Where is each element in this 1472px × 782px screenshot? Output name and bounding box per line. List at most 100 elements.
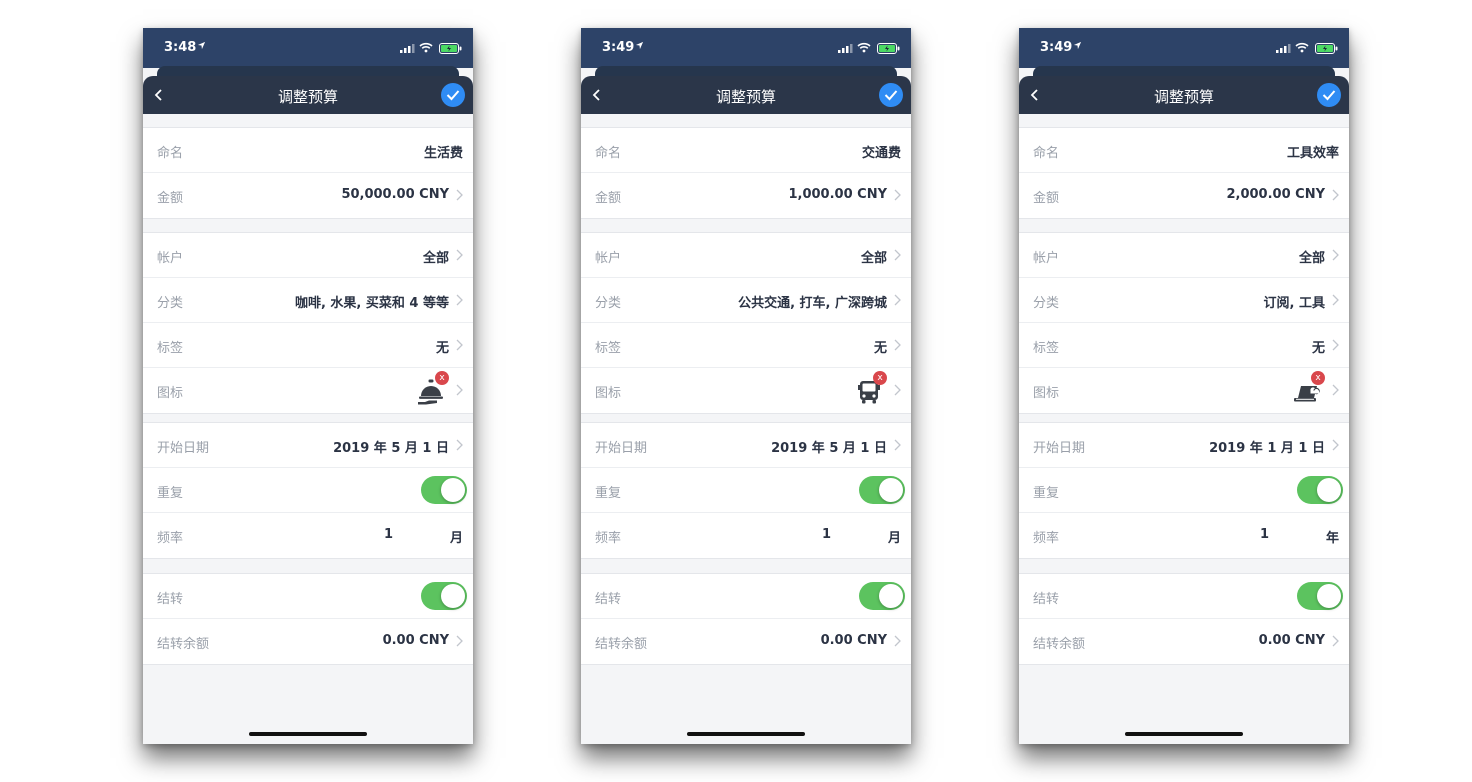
carryover-balance-value: 0.00 CNY (1258, 633, 1325, 648)
icon-label: 图标 (157, 386, 184, 401)
confirm-button[interactable] (879, 83, 903, 107)
amount-value: 2,000.00 CNY (1226, 187, 1325, 202)
category-value: 咖啡, 水果, 买菜和 4 等等 (294, 296, 449, 311)
frequency-number[interactable]: 1 (1260, 527, 1269, 542)
row-account[interactable]: 帐户 全部 (1019, 233, 1349, 278)
start-date-value: 2019 年 5 月 1 日 (771, 441, 887, 456)
wifi-icon (1295, 42, 1309, 53)
row-account[interactable]: 帐户 全部 (581, 233, 911, 278)
frequency-number[interactable]: 1 (822, 527, 831, 542)
row-carryover-balance[interactable]: 结转余额 0.00 CNY (581, 619, 911, 664)
row-frequency[interactable]: 频率 1 月 (581, 513, 911, 558)
row-start-date[interactable]: 开始日期 2019 年 5 月 1 日 (581, 423, 911, 468)
scope-group: 帐户 全部 分类 咖啡, 水果, 买菜和 4 等等 标签 无 图标 x (143, 232, 473, 414)
remove-icon-badge[interactable]: x (1311, 371, 1325, 385)
row-carryover: 结转 (581, 574, 911, 619)
chevron-right-icon (894, 294, 901, 306)
status-bar: 3:49 (581, 28, 911, 68)
home-indicator[interactable] (687, 732, 805, 736)
tag-label: 标签 (157, 341, 184, 356)
chevron-right-icon (456, 189, 463, 201)
row-category[interactable]: 分类 订阅, 工具 (1019, 278, 1349, 323)
tag-value: 无 (435, 341, 449, 356)
row-tag[interactable]: 标签 无 (581, 323, 911, 368)
row-amount[interactable]: 金额 50,000.00 CNY (143, 173, 473, 218)
schedule-group: 开始日期 2019 年 5 月 1 日 重复 频率 1 月 (143, 422, 473, 559)
chevron-right-icon (894, 189, 901, 201)
chevron-right-icon (1332, 294, 1339, 306)
row-repeat: 重复 (143, 468, 473, 513)
status-time: 3:49 (602, 40, 635, 55)
frequency-unit[interactable]: 年 (1326, 527, 1339, 546)
frequency-unit[interactable]: 月 (888, 527, 901, 546)
tag-value: 无 (873, 341, 887, 356)
carryover-toggle[interactable] (421, 582, 467, 610)
home-indicator[interactable] (249, 732, 367, 736)
row-category[interactable]: 分类 公共交通, 打车, 广深跨城 (581, 278, 911, 323)
budget-icon-preview[interactable]: x (851, 371, 887, 410)
row-carryover-balance[interactable]: 结转余额 0.00 CNY (1019, 619, 1349, 664)
row-icon[interactable]: 图标 x (143, 368, 473, 413)
account-label: 帐户 (157, 251, 184, 266)
carryover-balance-label: 结转余额 (1033, 637, 1086, 652)
confirm-button[interactable] (441, 83, 465, 107)
chevron-right-icon (1332, 189, 1339, 201)
row-amount[interactable]: 金额 1,000.00 CNY (581, 173, 911, 218)
repeat-toggle[interactable] (1297, 476, 1343, 504)
chevron-right-icon (894, 439, 901, 451)
row-start-date[interactable]: 开始日期 2019 年 1 月 1 日 (1019, 423, 1349, 468)
row-tag[interactable]: 标签 无 (1019, 323, 1349, 368)
start-date-value: 2019 年 1 月 1 日 (1209, 441, 1325, 456)
row-carryover: 结转 (1019, 574, 1349, 619)
row-carryover-balance[interactable]: 结转余额 0.00 CNY (143, 619, 473, 664)
row-account[interactable]: 帐户 全部 (143, 233, 473, 278)
remove-icon-badge[interactable]: x (873, 371, 887, 385)
category-value: 订阅, 工具 (1263, 296, 1325, 311)
row-amount[interactable]: 金额 2,000.00 CNY (1019, 173, 1349, 218)
carryover-toggle[interactable] (859, 582, 905, 610)
home-indicator[interactable] (1125, 732, 1243, 736)
signal-icon (1276, 44, 1291, 53)
remove-icon-badge[interactable]: x (435, 371, 449, 385)
row-icon[interactable]: 图标 x (1019, 368, 1349, 413)
name-value: 生活费 (423, 146, 463, 161)
carryover-toggle[interactable] (1297, 582, 1343, 610)
row-category[interactable]: 分类 咖啡, 水果, 买菜和 4 等等 (143, 278, 473, 323)
category-label: 分类 (595, 296, 622, 311)
amount-label: 金额 (157, 191, 184, 206)
repeat-label: 重复 (1033, 486, 1060, 501)
amount-label: 金额 (595, 191, 622, 206)
account-label: 帐户 (1033, 251, 1060, 266)
status-time: 3:49 (1040, 40, 1073, 55)
category-label: 分类 (1033, 296, 1060, 311)
chevron-right-icon (456, 339, 463, 351)
frequency-label: 频率 (1033, 531, 1060, 546)
row-icon[interactable]: 图标 x (581, 368, 911, 413)
start-date-label: 开始日期 (1033, 441, 1086, 456)
chevron-right-icon (1332, 339, 1339, 351)
row-frequency[interactable]: 频率 1 年 (1019, 513, 1349, 558)
row-name[interactable]: 命名 工具效率 (1019, 128, 1349, 173)
repeat-toggle[interactable] (859, 476, 905, 504)
name-label: 命名 (1033, 146, 1060, 161)
battery-icon (1315, 43, 1338, 54)
budget-icon-preview[interactable]: x (1289, 371, 1325, 410)
frequency-label: 频率 (595, 531, 622, 546)
start-date-value: 2019 年 5 月 1 日 (333, 441, 449, 456)
account-value: 全部 (422, 251, 449, 266)
carryover-balance-value: 0.00 CNY (382, 633, 449, 648)
row-tag[interactable]: 标签 无 (143, 323, 473, 368)
row-frequency[interactable]: 频率 1 月 (143, 513, 473, 558)
frequency-number[interactable]: 1 (384, 527, 393, 542)
status-bar: 3:48 (143, 28, 473, 68)
location-icon (1073, 41, 1082, 50)
row-name[interactable]: 命名 交通费 (581, 128, 911, 173)
page-title: 调整预算 (1153, 88, 1214, 106)
confirm-button[interactable] (1317, 83, 1341, 107)
repeat-toggle[interactable] (421, 476, 467, 504)
row-start-date[interactable]: 开始日期 2019 年 5 月 1 日 (143, 423, 473, 468)
tag-label: 标签 (595, 341, 622, 356)
budget-icon-preview[interactable]: x (413, 371, 449, 410)
row-name[interactable]: 命名 生活费 (143, 128, 473, 173)
frequency-unit[interactable]: 月 (450, 527, 463, 546)
